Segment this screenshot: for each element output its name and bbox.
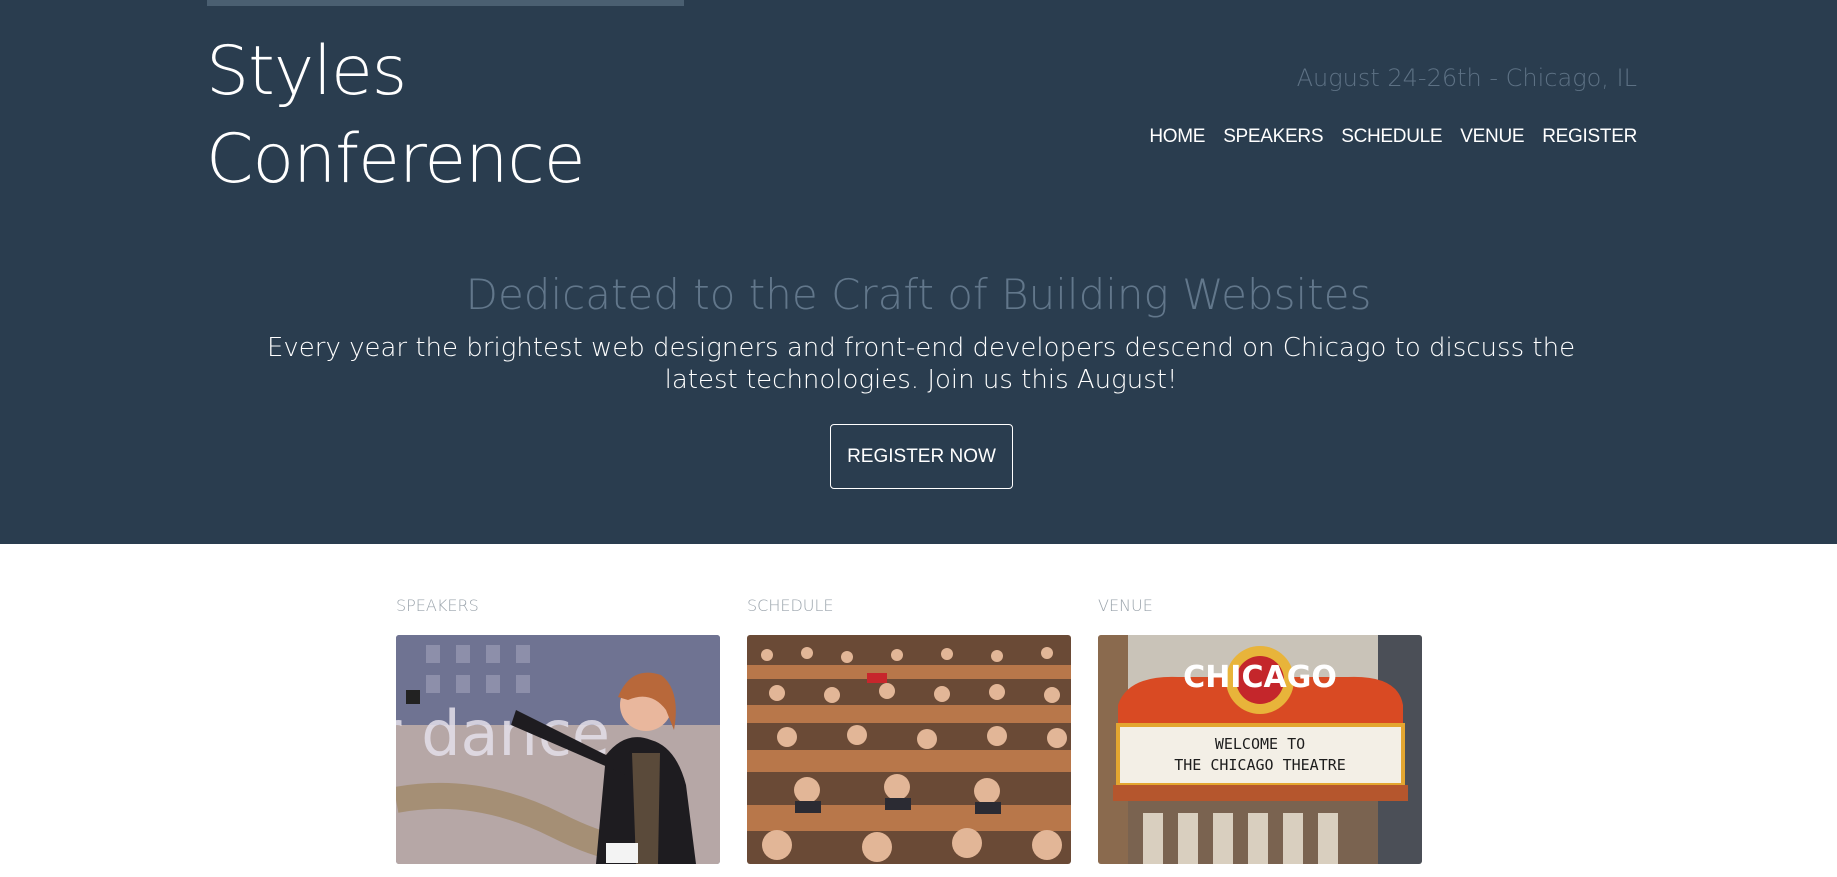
svg-text:THE CHICAGO THEATRE: THE CHICAGO THEATRE: [1174, 756, 1346, 774]
hero-section: Styles Conference August 24-26th - Chica…: [0, 0, 1837, 544]
teaser-venue-title[interactable]: VENUE: [1098, 596, 1422, 615]
logo-line-2: Conference: [206, 120, 586, 199]
nav-speakers-link[interactable]: SPEAKERS: [1223, 126, 1323, 148]
audience-photo[interactable]: [747, 635, 1071, 864]
site-logo[interactable]: Styles Conference: [206, 28, 586, 204]
primary-nav: HOME SPEAKERS SCHEDULE VENUE REGISTER: [1149, 126, 1637, 148]
nav-home-link[interactable]: HOME: [1149, 126, 1205, 148]
teaser-venue: VENUE CHICAGO WELCOME TO THE CHICAGO THE…: [1098, 596, 1422, 864]
teasers-section: SPEAKERS r dance SCHEDULE VENUE CHICAGO …: [396, 596, 1422, 864]
nav-register-link[interactable]: REGISTER: [1542, 126, 1637, 148]
svg-text:WELCOME TO: WELCOME TO: [1215, 735, 1305, 753]
svg-text:CHICAGO: CHICAGO: [1183, 660, 1337, 695]
teaser-schedule-title[interactable]: SCHEDULE: [747, 596, 1071, 615]
hero-lead-text: Every year the brightest web designers a…: [266, 333, 1576, 395]
register-now-button[interactable]: REGISTER NOW: [830, 424, 1013, 489]
teaser-speakers: SPEAKERS r dance: [396, 596, 720, 864]
teaser-schedule: SCHEDULE: [747, 596, 1071, 864]
teaser-speakers-title[interactable]: SPEAKERS: [396, 596, 720, 615]
hero-headline: Dedicated to the Craft of Building Websi…: [465, 270, 1372, 319]
venue-photo[interactable]: CHICAGO WELCOME TO THE CHICAGO THEATRE: [1098, 635, 1422, 864]
nav-venue-link[interactable]: VENUE: [1460, 126, 1524, 148]
nav-schedule-link[interactable]: SCHEDULE: [1341, 126, 1442, 148]
svg-text:r dance: r dance: [396, 697, 610, 770]
event-date-location: August 24-26th - Chicago, IL: [1296, 64, 1637, 92]
speaker-photo[interactable]: r dance: [396, 635, 720, 864]
logo-line-1: Styles: [206, 32, 407, 111]
top-accent-bar: [207, 0, 684, 6]
